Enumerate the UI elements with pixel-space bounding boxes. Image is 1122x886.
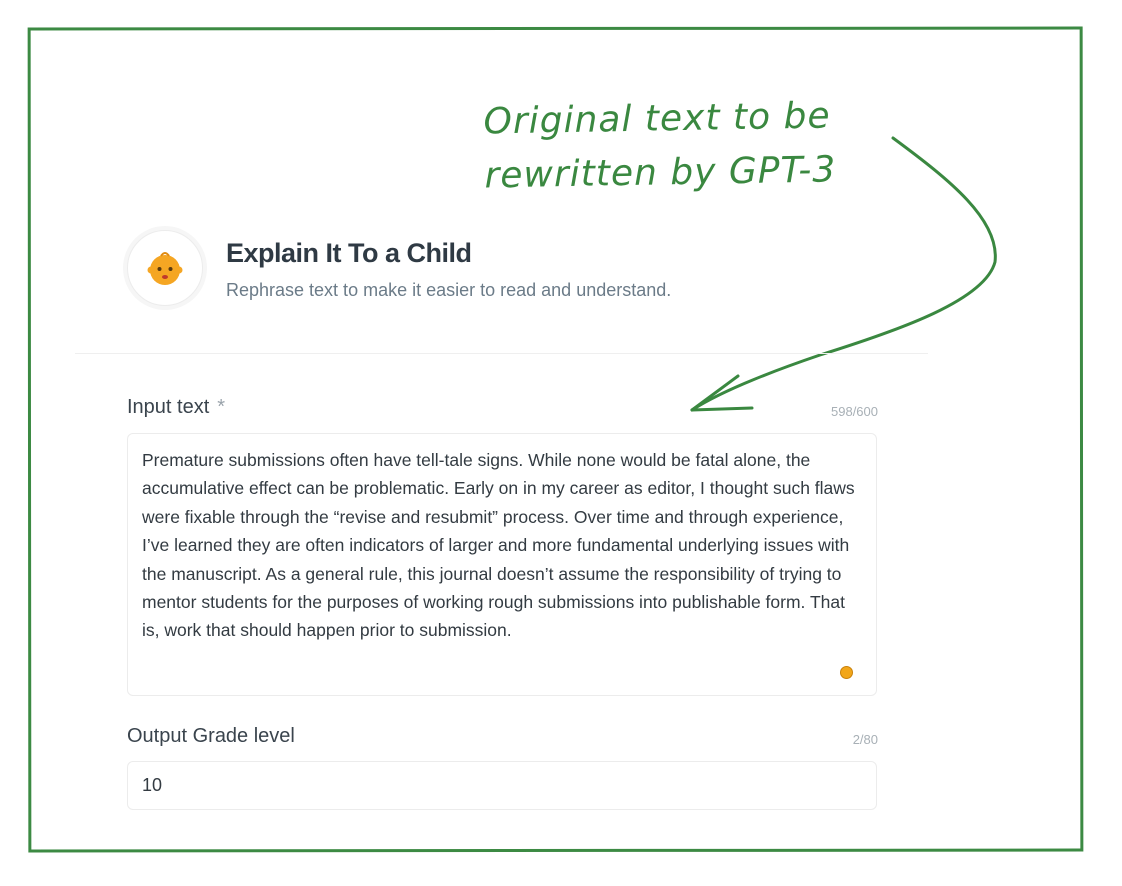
page-title: Explain It To a Child <box>226 238 472 268</box>
input-text-char-counter: 598/600 <box>831 404 878 419</box>
grammar-check-indicator[interactable] <box>840 666 853 679</box>
annotation-line-2: rewritten by GPT-3 <box>484 149 837 197</box>
grade-level-char-counter: 2/80 <box>852 732 878 747</box>
handwritten-annotation: Original text to be rewritten by GPT-3 <box>483 89 885 204</box>
annotation-line-1: Original text to be <box>483 95 831 143</box>
header-divider <box>75 353 928 354</box>
input-text-area[interactable]: Premature submissions often have tell-ta… <box>127 433 877 696</box>
grade-level-label: Output Grade level <box>127 725 295 747</box>
page-subtitle: Rephrase text to make it easier to read … <box>226 280 672 300</box>
grade-level-input[interactable]: 10 <box>127 761 877 810</box>
app-avatar <box>127 230 203 306</box>
required-mark: * <box>217 396 226 418</box>
input-text-value: Premature submissions often have tell-ta… <box>142 450 855 641</box>
input-text-label: Input text * <box>127 396 225 419</box>
input-text-label-text: Input text <box>127 396 210 418</box>
baby-face-icon <box>147 252 183 285</box>
